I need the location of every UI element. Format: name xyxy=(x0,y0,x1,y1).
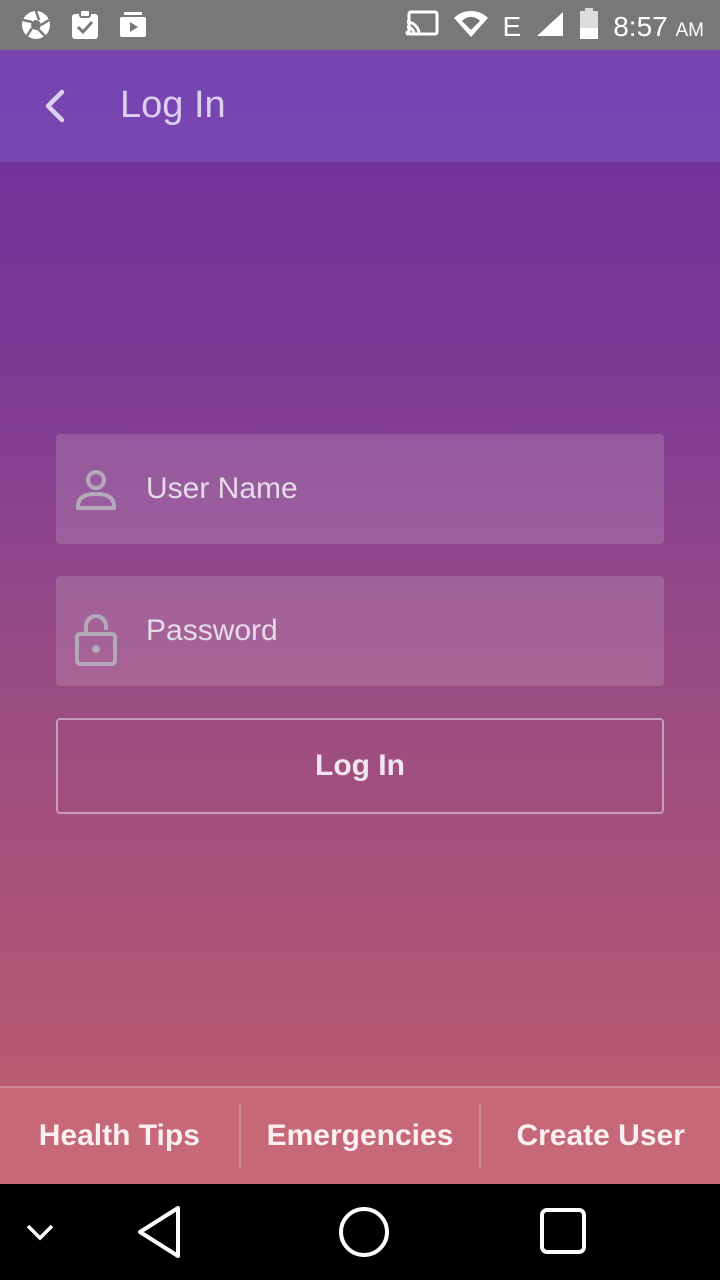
tab-create-user[interactable]: Create User xyxy=(481,1088,720,1184)
chevron-left-icon xyxy=(45,89,65,123)
aperture-icon xyxy=(20,9,52,46)
battery-icon xyxy=(579,8,599,45)
toolbar: Log In xyxy=(0,50,720,162)
lock-open-icon xyxy=(75,614,117,666)
cast-icon xyxy=(405,10,439,43)
system-nav-bar xyxy=(0,1184,720,1280)
wifi-icon xyxy=(453,10,489,43)
username-field[interactable] xyxy=(56,434,664,544)
signal-icon xyxy=(535,10,565,43)
user-icon xyxy=(76,470,116,510)
network-type-icon: E xyxy=(502,10,522,42)
recents-square-icon[interactable] xyxy=(536,1204,592,1265)
status-left-icons xyxy=(20,9,148,46)
status-time: 8:57 AM xyxy=(613,10,704,42)
tab-emergencies[interactable]: Emergencies xyxy=(241,1088,480,1184)
media-play-icon xyxy=(118,9,148,46)
password-input[interactable] xyxy=(144,596,648,666)
back-triangle-icon[interactable] xyxy=(134,1204,190,1265)
status-right-icons: E 8:57 AM xyxy=(405,8,704,45)
page-title: Log In xyxy=(120,84,226,126)
home-circle-icon[interactable] xyxy=(336,1204,392,1265)
username-input[interactable] xyxy=(144,454,648,524)
password-field[interactable] xyxy=(56,576,664,686)
login-screen: Log In Log In Health Tips Emergencies Cr… xyxy=(0,50,720,1184)
clipboard-check-icon xyxy=(70,9,100,46)
back-button[interactable] xyxy=(28,78,84,134)
status-bar: E 8:57 AM xyxy=(0,0,720,50)
bottom-tabs: Health Tips Emergencies Create User xyxy=(0,1086,720,1184)
login-button[interactable]: Log In xyxy=(56,718,664,814)
collapse-down-icon[interactable] xyxy=(20,1204,60,1265)
tab-health-tips[interactable]: Health Tips xyxy=(0,1088,239,1184)
